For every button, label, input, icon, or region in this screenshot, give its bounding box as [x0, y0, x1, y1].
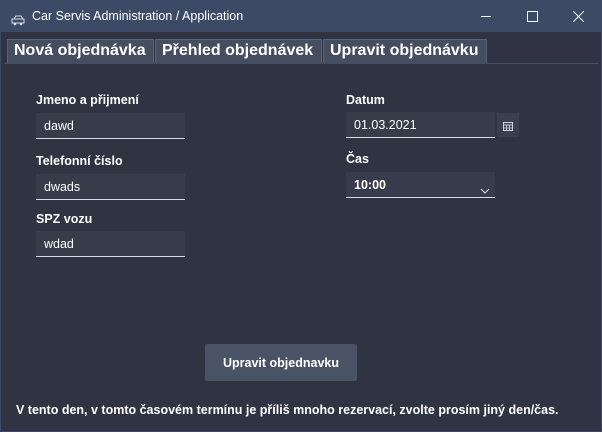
maximize-icon: [526, 7, 538, 26]
tab-new-order[interactable]: Nová objednávka: [7, 39, 154, 63]
time-label: Čas: [346, 152, 369, 166]
date-label: Datum: [346, 93, 385, 107]
date-input[interactable]: 01.03.2021: [346, 112, 495, 138]
phone-input[interactable]: dwads: [36, 174, 185, 200]
edit-order-button[interactable]: Upravit objednavku: [205, 344, 357, 381]
window-title: Car Servis Administration / Application: [32, 9, 244, 23]
plate-label: SPZ vozu: [36, 212, 93, 226]
tab-orders-overview[interactable]: Přehled objednávek: [155, 39, 322, 63]
app-window: Car Servis Administration / Application …: [0, 0, 602, 432]
warning-message: V tento den, v tomto časovém termínu je …: [16, 403, 559, 417]
plate-input[interactable]: wdad: [36, 231, 185, 257]
maximize-button[interactable]: [509, 1, 555, 32]
phone-label: Telefonní číslo: [36, 154, 123, 168]
name-label: Jmeno a přijmení: [36, 93, 139, 107]
tab-edit-order[interactable]: Upravit objednávku: [323, 39, 487, 63]
title-bar[interactable]: Car Servis Administration / Application: [1, 1, 601, 32]
close-button[interactable]: [555, 1, 601, 32]
close-icon: [572, 7, 584, 26]
date-picker-button[interactable]: [497, 113, 519, 137]
car-app-icon: [11, 11, 25, 26]
chevron-down-icon[interactable]: [480, 180, 490, 194]
tabs-divider: [5, 63, 599, 64]
name-input[interactable]: dawd: [36, 113, 185, 139]
calendar-icon: [503, 116, 513, 135]
minimize-button[interactable]: [463, 1, 509, 32]
time-select[interactable]: 10:00: [346, 172, 495, 198]
minimize-icon: [480, 7, 492, 26]
